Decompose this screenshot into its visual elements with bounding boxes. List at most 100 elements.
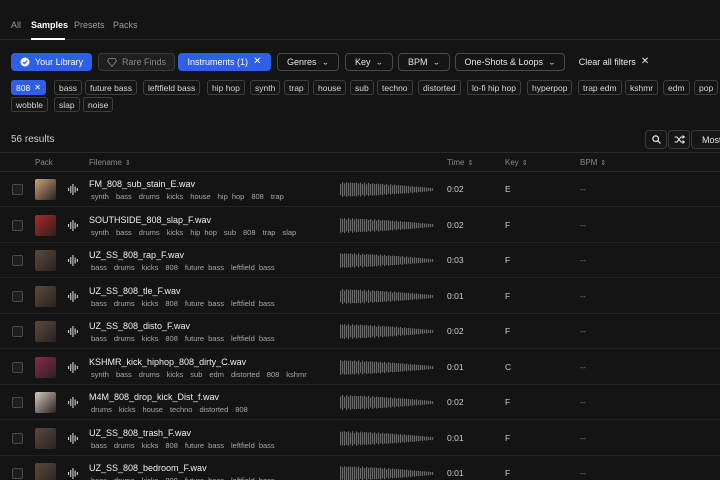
sample-tag[interactable]: future bass [185, 263, 224, 272]
waveform[interactable] [340, 252, 435, 269]
sample-tag[interactable]: drums [139, 370, 160, 379]
sample-filename[interactable]: UZ_SS_808_bedroom_F.wav [89, 463, 207, 473]
column-time[interactable]: Time ⇕ [447, 158, 473, 167]
sort-dropdown[interactable]: Most [691, 130, 720, 149]
tab-all[interactable]: All [11, 20, 21, 30]
sample-tag[interactable]: 808 [267, 370, 280, 379]
tag-chip[interactable]: house [313, 80, 347, 95]
sample-tag[interactable]: 808 [165, 334, 178, 343]
sample-filename[interactable]: FM_808_sub_stain_E.wav [89, 179, 195, 189]
row-checkbox[interactable] [12, 326, 23, 337]
table-row[interactable]: FM_808_sub_stain_E.wavsynth bass drums kick… [0, 172, 720, 207]
sample-tag[interactable]: techno [170, 405, 193, 414]
shuffle-button[interactable] [668, 130, 690, 149]
waveform[interactable] [340, 181, 435, 198]
sample-tag[interactable]: kshmr [286, 370, 306, 379]
tag-chip[interactable]: wobble [11, 97, 48, 112]
play-waveform-icon[interactable] [67, 290, 79, 303]
sample-tag[interactable]: synth [91, 228, 109, 237]
rare-finds-button[interactable]: Rare Finds [98, 53, 175, 71]
sample-tag[interactable]: kicks [167, 192, 184, 201]
row-checkbox[interactable] [12, 361, 23, 373]
column-filename[interactable]: Filename ⇕ [89, 158, 131, 167]
table-row[interactable]: UZ_SS_808_tle_F.wav bass drums kicks 808 futu… [0, 279, 720, 314]
sample-filename[interactable]: UZ_SS_808_disto_F.wav [89, 321, 190, 331]
sample-tag[interactable]: future bass [185, 334, 224, 343]
column-bpm[interactable]: BPM ⇕ [580, 158, 606, 167]
sample-tag[interactable]: bass [116, 370, 132, 379]
key-dropdown[interactable]: Key ⌄ [345, 53, 393, 71]
sample-tag[interactable]: future bass [185, 299, 224, 308]
sample-tag[interactable]: drums [114, 334, 135, 343]
sample-tag[interactable]: bass [116, 192, 132, 201]
waveform[interactable] [340, 465, 435, 480]
sample-tag[interactable]: bass [91, 441, 107, 450]
pack-artwork[interactable] [35, 392, 56, 413]
sample-tag[interactable]: hip hop [190, 228, 217, 237]
waveform[interactable] [340, 288, 435, 305]
sample-tag[interactable]: drums [139, 192, 160, 201]
tag-chip[interactable]: leftfield bass [143, 80, 201, 95]
sample-tag[interactable]: 808 [165, 263, 178, 272]
sample-tag[interactable]: drums [114, 263, 135, 272]
sample-tag[interactable]: future bass [185, 476, 224, 480]
sample-tag[interactable]: sub [190, 370, 202, 379]
table-row[interactable]: UZ_SS_808_trash_F.wav bass drums kicks 808 fu… [0, 421, 720, 456]
sample-tag[interactable]: kicks [142, 476, 159, 480]
your-library-button[interactable]: Your Library [11, 53, 92, 71]
pack-artwork[interactable] [35, 285, 56, 307]
waveform[interactable] [340, 323, 435, 340]
tag-chip[interactable]: kshmr [625, 80, 659, 95]
tag-chip[interactable]: bass [54, 80, 82, 95]
sample-tag[interactable]: 808 [165, 476, 178, 480]
row-checkbox[interactable] [12, 184, 23, 195]
waveform[interactable] [340, 430, 435, 447]
sample-tag[interactable]: kicks [167, 228, 184, 237]
row-checkbox[interactable] [12, 432, 23, 444]
play-waveform-icon[interactable] [67, 254, 79, 267]
tag-chip[interactable]: hyperpop [527, 80, 573, 95]
tag-chip[interactable]: future bass [85, 80, 138, 95]
sample-tag[interactable]: trap [271, 192, 284, 201]
sample-tag[interactable]: future bass [185, 441, 224, 450]
tag-chip[interactable]: pop [694, 80, 719, 95]
tag-chip[interactable]: distorted [418, 80, 461, 95]
sample-filename[interactable]: UZ_SS_808_rap_F.wav [89, 250, 184, 260]
sample-filename[interactable]: KSHMR_kick_hiphop_808_dirty_C.wav [89, 357, 246, 367]
sample-tag[interactable]: 808 [235, 405, 248, 414]
play-waveform-icon[interactable] [67, 467, 79, 480]
sample-tag[interactable]: leftfield bass [231, 476, 275, 480]
tag-chip[interactable]: lo-fi hip hop [467, 80, 521, 95]
sample-tag[interactable]: kicks [119, 405, 136, 414]
play-waveform-icon[interactable] [67, 183, 79, 196]
sample-tag[interactable]: drums [114, 441, 135, 450]
sample-tag[interactable]: kicks [142, 299, 159, 308]
tag-chip[interactable]: techno [377, 80, 413, 95]
play-waveform-icon[interactable] [67, 219, 79, 232]
bpm-dropdown[interactable]: BPM ⌄ [398, 53, 450, 71]
sample-tag[interactable]: drums [114, 476, 135, 480]
pack-artwork[interactable] [35, 427, 56, 449]
sample-tag[interactable]: leftfield bass [231, 441, 275, 450]
sample-tag[interactable]: 808 [243, 228, 256, 237]
sample-tag[interactable]: bass [91, 476, 107, 480]
tab-packs[interactable]: Packs [113, 20, 138, 30]
column-key[interactable]: Key ⇕ [505, 158, 528, 167]
waveform[interactable] [340, 394, 435, 411]
sample-filename[interactable]: SOUTHSIDE_808_slap_F.wav [89, 215, 211, 225]
sample-tag[interactable]: bass [91, 263, 107, 272]
sample-tag[interactable]: 808 [165, 299, 178, 308]
sample-tag[interactable]: trap [263, 228, 276, 237]
sample-tag[interactable]: synth [91, 192, 109, 201]
table-row[interactable]: SOUTHSIDE_808_slap_F.wav synth bass drums ki… [0, 208, 720, 243]
waveform[interactable] [340, 359, 435, 376]
search-button[interactable] [645, 130, 667, 149]
sample-tag[interactable]: house [190, 192, 210, 201]
sample-tag[interactable]: hip hop [218, 192, 245, 201]
sample-filename[interactable]: UZ_SS_808_trash_F.wav [89, 428, 191, 438]
sample-tag[interactable]: house [143, 405, 163, 414]
tag-chip[interactable]: trap [284, 80, 309, 95]
tag-chip[interactable]: trap edm [578, 80, 622, 95]
pack-artwork[interactable] [35, 356, 56, 378]
play-waveform-icon[interactable] [67, 396, 79, 409]
